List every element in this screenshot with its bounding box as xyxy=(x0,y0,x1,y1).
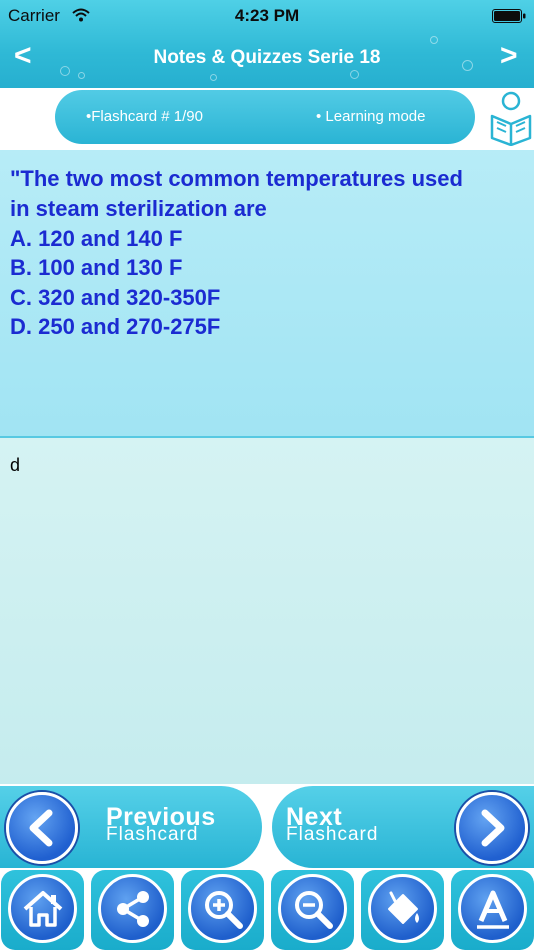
forward-button[interactable]: > xyxy=(500,40,518,72)
previous-arrow-icon[interactable] xyxy=(6,792,78,864)
clock-label: 4:23 PM xyxy=(234,6,300,25)
answer-card xyxy=(0,438,534,784)
color-button[interactable] xyxy=(361,870,444,950)
option-a: A. 120 and 140 F xyxy=(10,226,183,251)
answer-text: d xyxy=(10,455,21,475)
battery-icon xyxy=(492,9,526,28)
option-d: D. 250 and 270-275F xyxy=(10,314,221,339)
option-c: C. 320 and 320-350F xyxy=(10,285,221,310)
question-line: "The two most common temperatures used xyxy=(10,166,463,191)
flashcard-counter: •Flashcard # 1/90 xyxy=(86,108,203,125)
next-arrow-icon[interactable] xyxy=(456,792,528,864)
next-sublabel: Flashcard xyxy=(286,824,379,845)
share-icon xyxy=(98,874,167,943)
question-line: in steam sterilization are xyxy=(10,196,267,221)
zoom-out-icon xyxy=(278,874,347,943)
home-icon xyxy=(8,874,77,943)
font-a-icon xyxy=(458,874,527,943)
paint-bucket-icon xyxy=(368,874,437,943)
mode-label: • Learning mode xyxy=(316,108,426,125)
zoom-in-icon xyxy=(188,874,257,943)
page-title: Notes & Quizzes Serie 18 xyxy=(153,47,381,68)
home-button[interactable] xyxy=(1,870,84,950)
font-button[interactable] xyxy=(451,870,534,950)
reader-icon xyxy=(488,88,534,151)
zoom-in-button[interactable] xyxy=(181,870,264,950)
option-b: B. 100 and 130 F xyxy=(10,255,183,280)
zoom-out-button[interactable] xyxy=(271,870,354,950)
previous-sublabel: Flashcard xyxy=(106,824,199,845)
share-button[interactable] xyxy=(91,870,174,950)
